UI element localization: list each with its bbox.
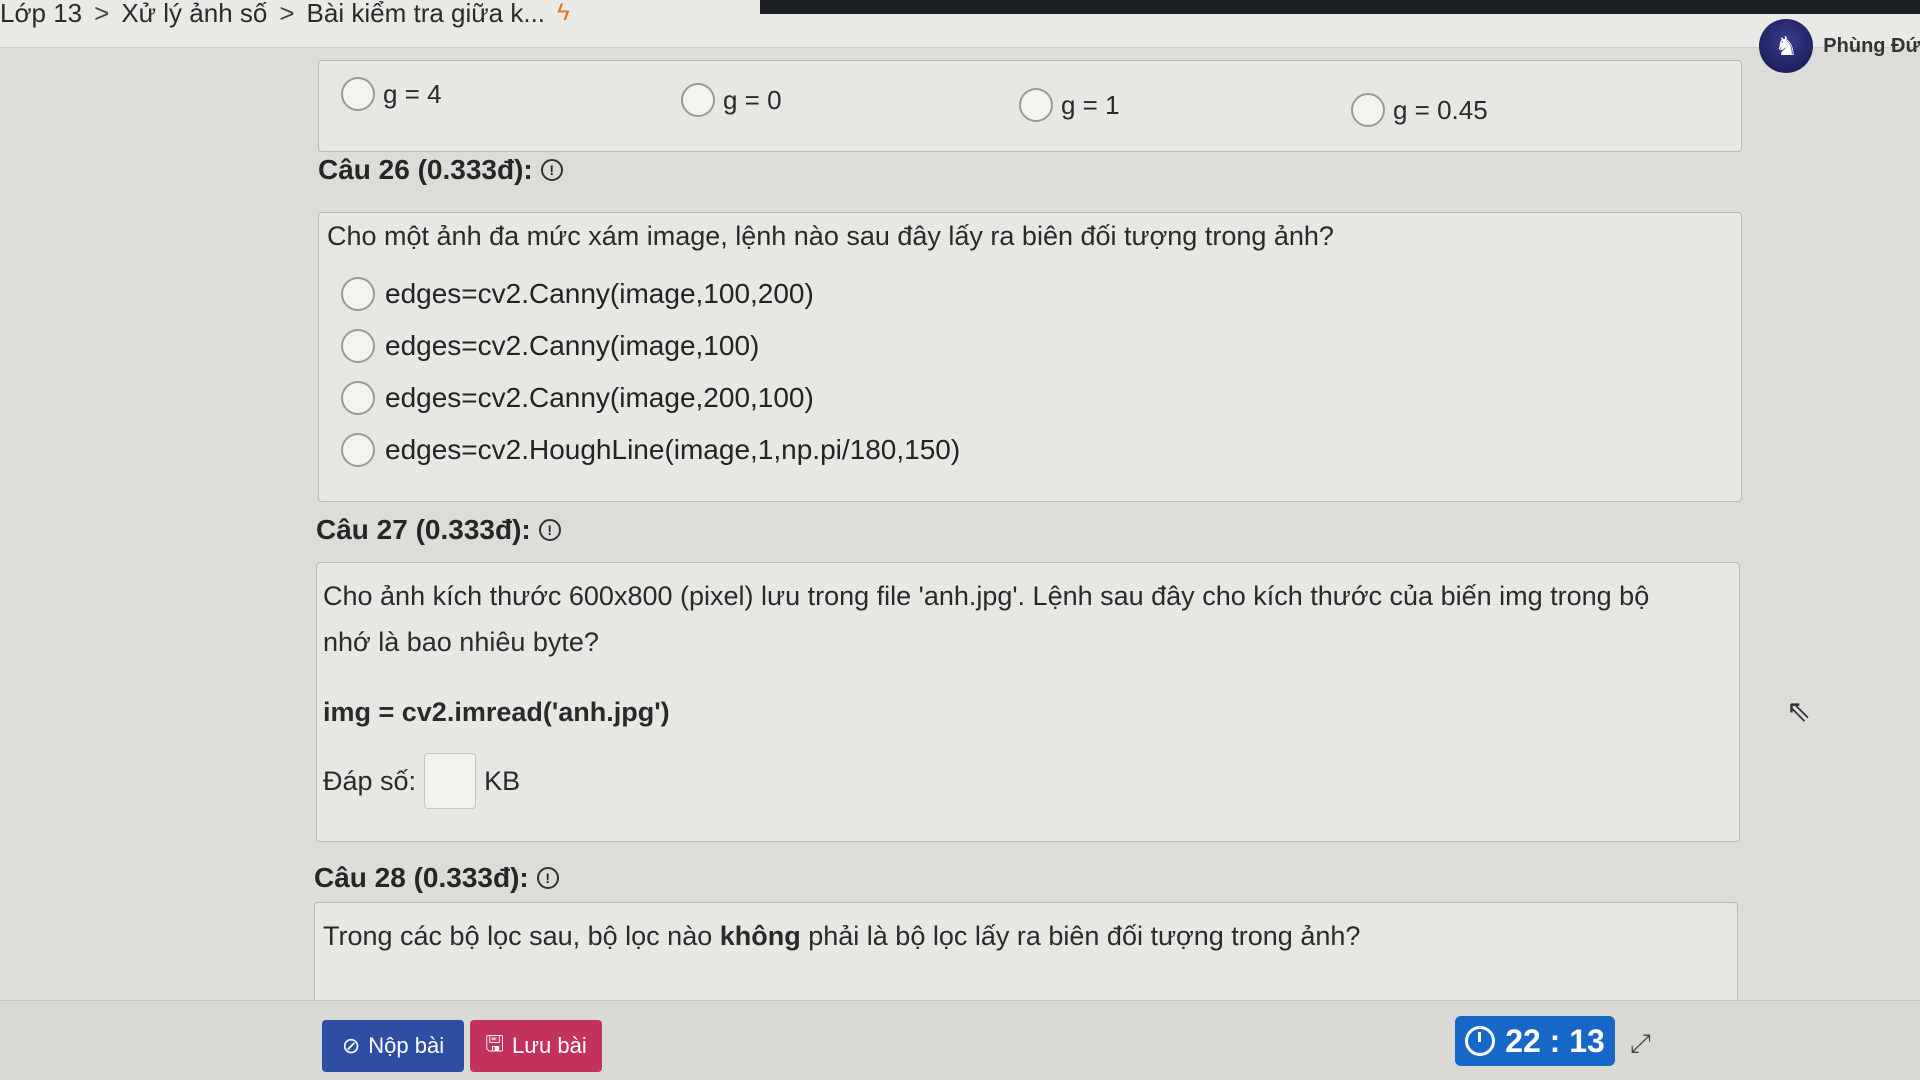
answer-input[interactable] (424, 753, 477, 809)
question-27-header: Câu 27 (0.333đ): ! (316, 514, 561, 546)
question-27-text-line-2: nhớ là bao nhiêu byte? (323, 627, 599, 657)
info-icon[interactable]: ! (536, 867, 559, 889)
top-bar-dark-strip (760, 0, 1920, 14)
question-27-card: Cho ảnh kích thước 600x800 (pixel) lưu t… (316, 562, 1740, 842)
breadcrumb-item-course[interactable]: Xử lý ảnh số (121, 0, 267, 29)
radio-icon[interactable] (341, 329, 375, 363)
question-28-text: Trong các bộ lọc sau, bộ lọc nào không p… (323, 921, 1361, 951)
question-27-answer-row: Đáp số: KB (323, 753, 520, 809)
radio-icon[interactable] (1019, 88, 1053, 122)
breadcrumb-separator: > (279, 0, 295, 28)
option-g-1[interactable]: g = 1 (1019, 88, 1120, 122)
question-28-card: Trong các bộ lọc sau, bộ lọc nào không p… (314, 902, 1738, 1012)
breadcrumb: Lớp 13 > Xử lý ảnh số > Bài kiểm tra giữ… (0, 0, 570, 29)
breadcrumb-separator: > (94, 0, 110, 28)
save-button[interactable]: 🖫 Lưu bài (470, 1020, 602, 1072)
bolt-icon: ϟ (557, 0, 570, 26)
top-bar: Lớp 13 > Xử lý ảnh số > Bài kiểm tra giữ… (0, 0, 1920, 48)
countdown-timer: 22 : 13 (1455, 1016, 1615, 1066)
breadcrumb-item-exam[interactable]: Bài kiểm tra giữa k... (307, 0, 545, 29)
breadcrumb-item-class[interactable]: Lớp 13 (0, 0, 82, 29)
info-icon[interactable]: ! (538, 519, 561, 541)
radio-icon[interactable] (341, 433, 375, 467)
info-icon[interactable]: ! (540, 159, 563, 181)
question-26-option-4[interactable]: edges=cv2.HoughLine(image,1,np.pi/180,15… (341, 433, 960, 467)
user-avatar-icon: ♞ (1759, 19, 1814, 73)
expand-icon[interactable]: ⤢ (1630, 1028, 1651, 1060)
option-g-045[interactable]: g = 0.45 (1351, 93, 1488, 127)
question-27-code: img = cv2.imread('anh.jpg') (323, 697, 670, 727)
submit-button[interactable]: ⊘ Nộp bài (322, 1020, 464, 1072)
radio-icon[interactable] (341, 381, 375, 415)
answer-label: Đáp số: (323, 766, 417, 796)
option-g-0[interactable]: g = 0 (681, 83, 782, 117)
question-26-header: Câu 26 (0.333đ): ! (318, 154, 563, 186)
radio-icon[interactable] (681, 83, 715, 117)
radio-icon[interactable] (341, 277, 375, 311)
question-26-text: Cho một ảnh đa mức xám image, lệnh nào s… (327, 221, 1334, 251)
question-26-option-3[interactable]: edges=cv2.Canny(image,200,100) (341, 381, 814, 415)
save-icon: 🖫 (485, 1031, 505, 1056)
user-name: Phùng Đứ (1823, 34, 1920, 57)
clock-icon (1465, 1026, 1496, 1056)
previous-question-card: g = 4 g = 0 g = 1 g = 0.45 (318, 60, 1742, 152)
question-26-option-1[interactable]: edges=cv2.Canny(image,100,200) (341, 277, 814, 311)
question-26-option-2[interactable]: edges=cv2.Canny(image,100) (341, 329, 759, 363)
mouse-cursor-icon: ⇖ (1786, 695, 1812, 728)
radio-icon[interactable] (1351, 93, 1385, 127)
option-g-4[interactable]: g = 4 (341, 77, 442, 111)
radio-icon[interactable] (341, 77, 375, 111)
user-menu[interactable]: ♞ Phùng Đứ (1759, 18, 1920, 74)
check-circle-icon: ⊘ (341, 1033, 361, 1058)
answer-unit: KB (484, 766, 521, 796)
question-28-header: Câu 28 (0.333đ): ! (314, 862, 559, 894)
question-26-card: Cho một ảnh đa mức xám image, lệnh nào s… (318, 212, 1742, 502)
question-27-text-line-1: Cho ảnh kích thước 600x800 (pixel) lưu t… (323, 581, 1650, 611)
